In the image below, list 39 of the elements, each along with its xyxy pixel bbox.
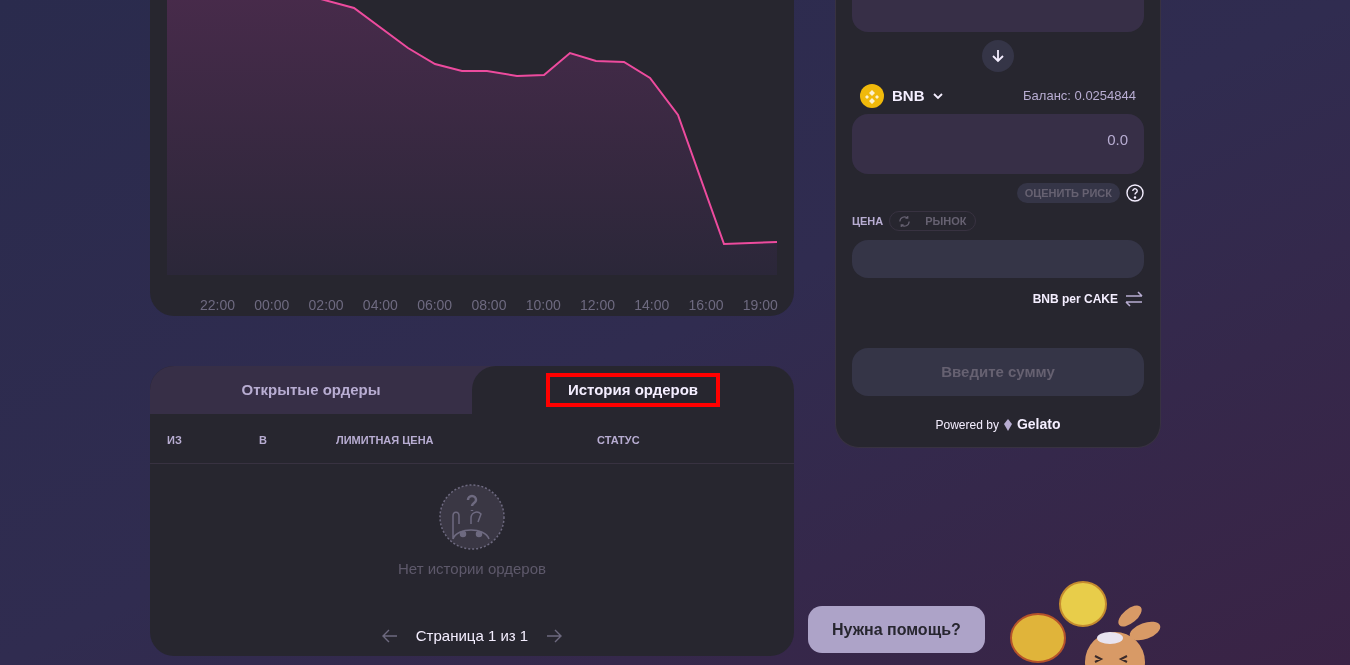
axis-label: 08:00 bbox=[471, 296, 507, 315]
column-header: ЛИМИТНАЯ ЦЕНА bbox=[336, 433, 434, 446]
column-header: ИЗ bbox=[167, 433, 182, 446]
token-selector[interactable]: BNB bbox=[860, 84, 943, 108]
price-label: ЦЕНА bbox=[852, 213, 884, 229]
axis-label: 12:00 bbox=[579, 296, 615, 315]
switch-direction-button[interactable] bbox=[982, 40, 1014, 72]
axis-label: 10:00 bbox=[525, 296, 561, 315]
arrow-left-icon[interactable] bbox=[381, 628, 398, 643]
amount-field[interactable]: 0.0 bbox=[852, 114, 1144, 174]
token-icon bbox=[860, 84, 884, 108]
price-unit-text: BNB per CAKE bbox=[1032, 291, 1118, 308]
balance-text: Баланс: 0.0254844 bbox=[1023, 87, 1136, 106]
swap-arrows-icon[interactable] bbox=[1124, 291, 1144, 307]
arrow-down-icon bbox=[990, 48, 1006, 64]
orders-tab[interactable]: История ордеров bbox=[472, 366, 794, 414]
pagination-text: Страница 1 из 1 bbox=[415, 625, 529, 646]
axis-label: 14:00 bbox=[634, 296, 670, 315]
price-field[interactable] bbox=[852, 240, 1144, 278]
axis-label: 22:00 bbox=[200, 296, 236, 315]
column-header: В bbox=[259, 433, 267, 446]
help-icon[interactable] bbox=[1126, 184, 1144, 202]
orders-tab[interactable]: Открытые ордеры bbox=[150, 366, 472, 414]
axis-label: 16:00 bbox=[688, 296, 724, 315]
axis-label: 02:00 bbox=[308, 296, 344, 315]
chevron-down-icon bbox=[932, 92, 943, 100]
amount-field[interactable] bbox=[852, 0, 1144, 32]
refresh-icon bbox=[898, 214, 912, 228]
powered-by-text: Powered by bbox=[935, 416, 999, 434]
axis-label: 19:00 bbox=[742, 296, 778, 315]
arrow-right-icon[interactable] bbox=[546, 628, 563, 643]
column-header: СТАТУС bbox=[597, 433, 640, 446]
axis-label: 04:00 bbox=[362, 296, 398, 315]
bunny-question-icon bbox=[439, 484, 505, 550]
axis-label: 00:00 bbox=[254, 296, 290, 315]
provider-logo-text: Gelato bbox=[1016, 415, 1061, 434]
empty-message: Нет истории ордеров bbox=[398, 559, 546, 579]
help-bubble[interactable]: Нужна помощь? bbox=[808, 606, 985, 653]
axis-label: 06:00 bbox=[417, 296, 453, 315]
